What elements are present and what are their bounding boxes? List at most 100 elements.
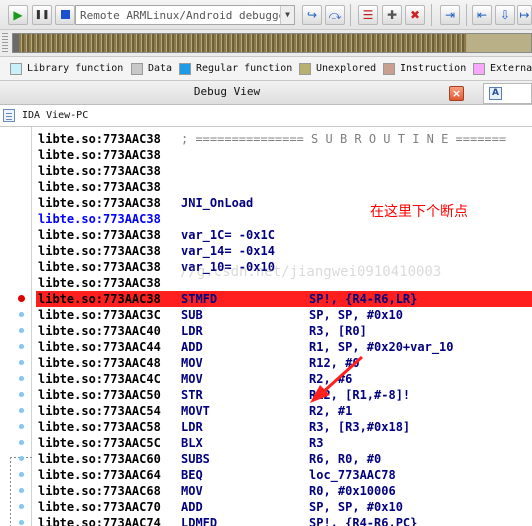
instruction-dot-icon[interactable] [19, 520, 24, 525]
mnemonic: BEQ [181, 468, 203, 482]
disasm-line[interactable]: libte.so:773AAC38 var_14= -0x14 [36, 243, 532, 259]
navigation-band[interactable] [0, 30, 532, 57]
instruction-dot-icon[interactable] [19, 504, 24, 509]
breakpoint-icon[interactable] [18, 295, 25, 302]
disasm-line[interactable]: libte.so:773AAC44 ADD R1, SP, #0x20+var_10 [36, 339, 532, 355]
instruction-dot-icon[interactable] [19, 376, 24, 381]
stack-variable: var_14= -0x14 [181, 244, 275, 258]
add-breakpoint-icon[interactable]: ✚ [382, 5, 402, 25]
instruction-dot-icon[interactable] [19, 488, 24, 493]
delete-breakpoint-icon[interactable]: ✖ [405, 5, 425, 25]
disasm-line[interactable]: libte.so:773AAC38 ; =============== S U B… [36, 131, 532, 147]
instruction-dot-icon[interactable] [19, 392, 24, 397]
pause-icon[interactable]: ❚❚ [32, 5, 52, 25]
disasm-line[interactable]: libte.so:773AAC4C MOV R2, #6 [36, 371, 532, 387]
instruction-dot-icon[interactable] [19, 360, 24, 365]
stop-icon[interactable] [55, 5, 75, 25]
grip-handle[interactable] [2, 33, 8, 53]
close-icon[interactable]: × [449, 86, 464, 101]
watermark: //g.csdn.net/jiangwei0910410003 [180, 264, 442, 280]
address: libte.so:773AAC38 [38, 260, 161, 274]
mnemonic: LDMFD [181, 516, 218, 526]
disasm-line[interactable]: libte.so:773AAC64 BEQ loc_773AAC78 [36, 467, 532, 483]
disasm-line[interactable]: libte.so:773AAC58 LDR R3, [R3,#0x18] [36, 419, 532, 435]
chevron-down-icon[interactable]: ▼ [280, 6, 294, 24]
address: libte.so:773AAC38 [38, 292, 161, 306]
address: libte.so:773AAC38 [38, 164, 161, 178]
legend-swatch [473, 63, 485, 75]
step-down-icon[interactable]: ⇩ [495, 5, 515, 25]
step-back-icon[interactable]: ⇤ [472, 5, 492, 25]
toolbar-separator [431, 4, 432, 26]
navigation-bar-unexplored [467, 34, 531, 52]
address: libte.so:773AAC48 [38, 356, 161, 370]
disasm-line[interactable]: libte.so:773AAC48 MOV R12, #0 [36, 355, 532, 371]
navigation-bar[interactable] [12, 33, 532, 53]
disasm-line[interactable]: libte.so:773AAC38 var_1C= -0x1C [36, 227, 532, 243]
legend-swatch [131, 63, 143, 75]
instruction-dot-icon[interactable] [19, 424, 24, 429]
disasm-line[interactable]: libte.so:773AAC40 LDR R3, [R0] [36, 323, 532, 339]
play-icon[interactable]: ▶ [8, 5, 28, 25]
mnemonic: STMFD [181, 292, 218, 306]
operands: SP, SP, #0x10 [309, 500, 403, 514]
address: libte.so:773AAC54 [38, 404, 161, 418]
tab-hex-view[interactable]: A [483, 83, 532, 104]
debugger-select[interactable]: Remote ARMLinux/Android debugger ▼ [75, 5, 295, 25]
address: libte.so:773AAC38 [38, 180, 161, 194]
operands: SP!, {R4-R6,LR} [309, 292, 418, 306]
disasm-line[interactable]: libte.so:773AAC74 LDMFD SP!, {R4-R6,PC} [36, 515, 532, 526]
function-label[interactable]: JNI_OnLoad [181, 195, 253, 211]
disasm-line[interactable]: libte.so:773AAC5C BLX R3 [36, 435, 532, 451]
legend-swatch [10, 63, 22, 75]
disasm-line[interactable]: libte.so:773AAC70 ADD SP, SP, #0x10 [36, 499, 532, 515]
legend-label: Library function [27, 63, 124, 74]
ida-view-header: IDA View-PC [0, 105, 532, 127]
address: libte.so:773AAC38 [38, 212, 161, 226]
debug-view-title: Debug View [193, 85, 261, 98]
view-icon[interactable]: ⇥ [440, 5, 460, 25]
instruction-dot-icon[interactable] [19, 328, 24, 333]
mnemonic: MOV [181, 484, 203, 498]
disasm-line[interactable]: libte.so:773AAC38 [36, 147, 532, 163]
operands: loc_773AAC78 [309, 468, 396, 482]
breakpoint-list-icon[interactable]: ☰ [358, 5, 378, 25]
disasm-line[interactable]: libte.so:773AAC38 [36, 179, 532, 195]
document-icon [3, 109, 15, 122]
selected-line[interactable]: libte.so:773AAC38 STMFD SP!, {R4-R6,LR} [36, 291, 532, 307]
address: libte.so:773AAC4C [38, 372, 161, 386]
disassembly-lines: libte.so:773AAC38 ; =============== S U B… [36, 127, 532, 526]
step-over-icon[interactable]: ⤼ [325, 5, 345, 25]
disasm-line[interactable]: libte.so:773AAC38 [36, 163, 532, 179]
address: libte.so:773AAC38 [38, 132, 161, 146]
instruction-dot-icon[interactable] [19, 456, 24, 461]
debug-view-titlebar: Debug View × A [0, 81, 532, 105]
instruction-dot-icon[interactable] [19, 312, 24, 317]
disasm-line[interactable]: libte.so:773AAC60 SUBS R6, R0, #0 [36, 451, 532, 467]
legend-label: Instruction [400, 63, 467, 74]
run-to-cursor-icon[interactable]: ↦ [517, 5, 532, 25]
annotation-text: 在这里下个断点 [370, 204, 468, 220]
operands: SP, SP, #0x10 [309, 308, 403, 322]
toolbar-separator [466, 4, 467, 26]
mnemonic: ADD [181, 340, 203, 354]
breakpoint-gutter[interactable] [0, 127, 32, 526]
instruction-dot-icon[interactable] [19, 408, 24, 413]
debugger-toolbar: ▶ ❚❚ Remote ARMLinux/Android debugger ▼ … [0, 0, 532, 30]
step-into-icon[interactable]: ↪ [302, 5, 322, 25]
flow-arrow [10, 457, 11, 526]
annotation-arrow [310, 355, 364, 403]
instruction-dot-icon[interactable] [19, 440, 24, 445]
disasm-line[interactable]: libte.so:773AAC50 STR R12, [R1,#-8]! [36, 387, 532, 403]
disasm-line[interactable]: libte.so:773AAC68 MOV R0, #0x10006 [36, 483, 532, 499]
instruction-dot-icon[interactable] [19, 472, 24, 477]
address: libte.so:773AAC3C [38, 308, 161, 322]
address: libte.so:773AAC38 [38, 228, 161, 242]
disasm-line[interactable]: libte.so:773AAC3C SUB SP, SP, #0x10 [36, 307, 532, 323]
disassembly-view[interactable]: libte.so:773AAC38 ; =============== S U B… [0, 127, 532, 526]
instruction-dot-icon[interactable] [19, 344, 24, 349]
operands: R3, [R0] [309, 324, 367, 338]
address: libte.so:773AAC50 [38, 388, 161, 402]
disasm-line[interactable]: libte.so:773AAC54 MOVT R2, #1 [36, 403, 532, 419]
operands: R0, #0x10006 [309, 484, 396, 498]
